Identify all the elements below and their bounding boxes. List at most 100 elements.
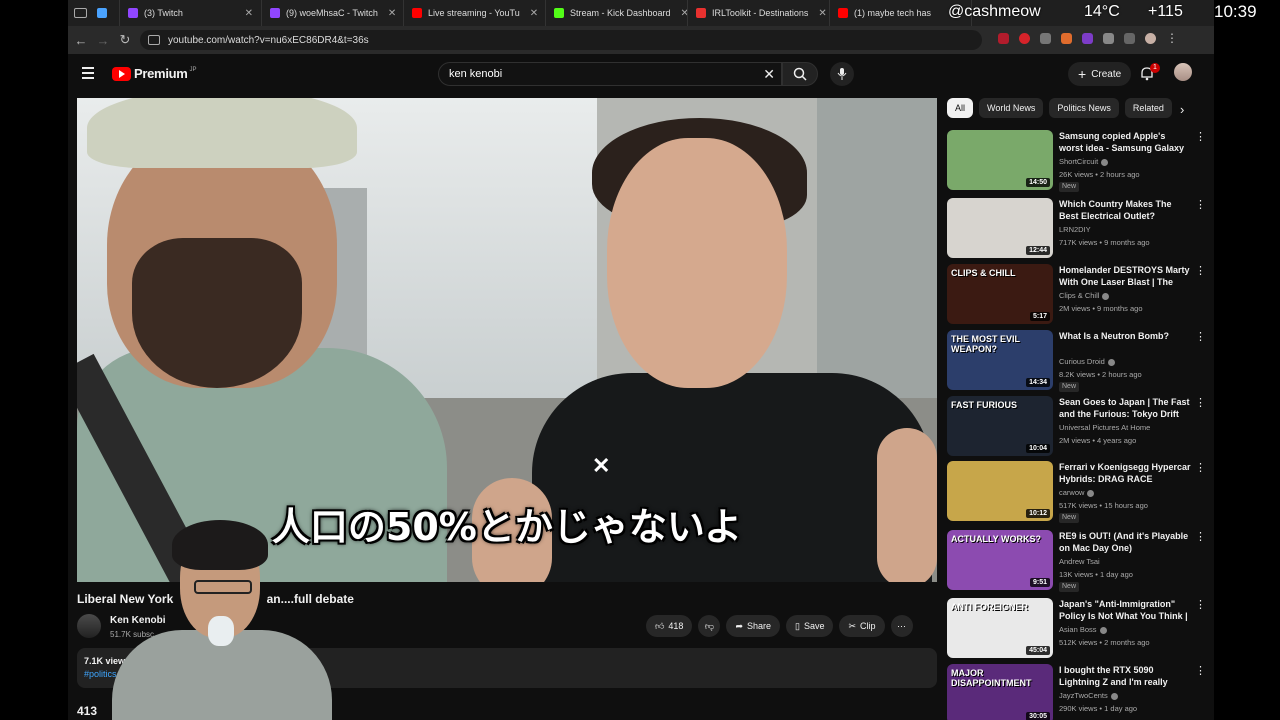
address-bar: ← → ↻ youtube.com/watch?v=nu6xEC86DR4&t=… xyxy=(68,26,1214,54)
recommended-video[interactable]: 10:12 Ferrari v Koenigsegg Hypercar Hybri… xyxy=(947,461,1207,523)
create-button[interactable]: + Create xyxy=(1068,62,1132,86)
search-button[interactable] xyxy=(782,62,818,86)
profile-icon[interactable] xyxy=(1145,32,1156,44)
browser-tab[interactable]: Stream - Kick Dashboard ✕ xyxy=(546,0,688,26)
more-vert-icon[interactable]: ⋮ xyxy=(1195,461,1206,474)
extension-icon[interactable] xyxy=(1061,32,1072,44)
recommended-video[interactable]: MAJOR DISAPPOINTMENT 30:05 I bought the RT… xyxy=(947,664,1207,720)
hamburger-menu-icon[interactable] xyxy=(82,67,94,82)
video-thumbnail[interactable]: MAJOR DISAPPOINTMENT 30:05 xyxy=(947,664,1053,720)
clear-search-icon[interactable]: ✕ xyxy=(763,66,775,83)
extension-icon[interactable] xyxy=(1082,32,1093,44)
recommended-title[interactable]: Ferrari v Koenigsegg Hypercar Hybrids: D… xyxy=(1059,461,1191,485)
video-player[interactable]: ✕ 人口の50%とかじゃないよ xyxy=(77,98,937,582)
save-label: Save xyxy=(803,621,825,631)
video-thumbnail[interactable]: FAST FURIOUS 10:04 xyxy=(947,396,1053,456)
recommended-channel[interactable]: Curious Droid xyxy=(1059,357,1105,366)
youtube-logo[interactable]: Premium JP xyxy=(112,66,197,81)
recommended-title[interactable]: I bought the RTX 5090 Lightning Z and I'… xyxy=(1059,664,1191,690)
clip-button[interactable]: ✂ Clip xyxy=(839,615,885,637)
recommended-video[interactable]: CLIPS & CHILL 5:17 Homelander DESTROYS Mar… xyxy=(947,264,1207,326)
clip-label: Clip xyxy=(860,621,876,631)
reload-icon[interactable]: ↻ xyxy=(114,29,136,51)
extension-icon[interactable] xyxy=(998,32,1009,44)
tab-bar: (3) Twitch ✕ (9) woeMhsaC - Twitch ✕ Liv… xyxy=(68,0,1214,26)
puzzle-icon[interactable] xyxy=(1103,32,1114,44)
account-avatar[interactable] xyxy=(1174,63,1192,81)
dislike-button[interactable]: 👎︎ xyxy=(698,615,721,637)
recommended-title[interactable]: Japan's "Anti-Immigration" Policy Is Not… xyxy=(1059,598,1191,624)
more-vert-icon[interactable]: ⋮ xyxy=(1195,264,1206,277)
recommended-channel[interactable]: JayzTwoCents xyxy=(1059,691,1108,700)
tab-label: (1) maybe tech has xyxy=(854,8,932,18)
recommended-channel[interactable]: Andrew Tsai xyxy=(1059,557,1100,566)
like-button[interactable]: 👍︎ 418 xyxy=(646,615,693,637)
site-info-icon[interactable] xyxy=(148,35,160,45)
recommended-video[interactable]: THE MOST EVIL WEAPON? 14:34 What Is a Neut… xyxy=(947,330,1207,392)
search-input[interactable]: ken kenobi ✕ xyxy=(438,62,782,86)
close-tab-icon[interactable]: ✕ xyxy=(235,8,253,19)
more-vert-icon[interactable]: ⋮ xyxy=(1195,330,1206,343)
chip-politics-news[interactable]: Politics News xyxy=(1049,98,1119,118)
video-thumbnail[interactable]: 14:50 xyxy=(947,130,1053,190)
recommended-title[interactable]: RE9 is OUT! (And it's Playable on Mac Da… xyxy=(1059,530,1191,554)
back-arrow-icon[interactable]: ← xyxy=(70,29,92,51)
close-tab-icon[interactable]: ✕ xyxy=(671,8,687,19)
forward-arrow-icon[interactable]: → xyxy=(92,29,114,51)
recommended-channel[interactable]: Clips & Chill xyxy=(1059,291,1099,300)
recommended-title[interactable]: Homelander DESTROYS Marty With One Laser… xyxy=(1059,264,1191,290)
more-vert-icon[interactable]: ⋮ xyxy=(1195,664,1206,677)
video-thumbnail[interactable]: 10:12 xyxy=(947,461,1053,521)
thumbs-up-icon: 👍︎ xyxy=(655,620,665,631)
url-field[interactable]: youtube.com/watch?v=nu6xEC86DR4&t=36s xyxy=(140,30,982,50)
recommended-video[interactable]: 14:50 Samsung copied Apple's worst idea -… xyxy=(947,130,1207,192)
close-tab-icon[interactable]: ✕ xyxy=(520,8,538,19)
chip-related[interactable]: Related xyxy=(1124,98,1172,118)
reading-list-icon[interactable] xyxy=(1124,32,1135,44)
recommended-title[interactable]: Sean Goes to Japan | The Fast and the Fu… xyxy=(1059,396,1191,420)
recommended-channel[interactable]: LRN2DIY xyxy=(1059,225,1091,234)
recommended-channel[interactable]: carwow xyxy=(1059,488,1084,497)
more-vert-icon[interactable]: ⋮ xyxy=(1195,598,1206,611)
video-thumbnail[interactable]: THE MOST EVIL WEAPON? 14:34 xyxy=(947,330,1053,390)
tab-overview[interactable] xyxy=(68,0,120,26)
video-thumbnail[interactable]: 12:44 xyxy=(947,198,1053,258)
browser-tab[interactable]: Live streaming - YouTu ✕ xyxy=(404,0,546,26)
recommended-channel[interactable]: ShortCircuit xyxy=(1059,157,1098,166)
recommended-channel[interactable]: Universal Pictures At Home xyxy=(1059,423,1150,432)
recommended-title[interactable]: Which Country Makes The Best Electrical … xyxy=(1059,198,1191,222)
menu-dots-icon[interactable]: ⋮ xyxy=(1166,31,1178,45)
browser-tab[interactable]: (9) woeMhsaC - Twitch ✕ xyxy=(262,0,404,26)
channel-avatar[interactable] xyxy=(77,614,101,638)
recommended-video[interactable]: FAST FURIOUS 10:04 Sean Goes to Japan | Th… xyxy=(947,396,1207,458)
recommended-video[interactable]: ACTUALLY WORKS? 9:51 RE9 is OUT! (And it's… xyxy=(947,530,1207,592)
video-duration: 45:04 xyxy=(1026,646,1050,655)
save-button[interactable]: ▯ Save xyxy=(786,615,834,637)
more-vert-icon[interactable]: ⋮ xyxy=(1195,530,1206,543)
recommended-channel[interactable]: Asian Boss xyxy=(1059,625,1097,634)
recommended-title[interactable]: What Is a Neutron Bomb? xyxy=(1059,330,1191,342)
logo-region: JP xyxy=(189,66,197,73)
browser-tab[interactable]: IRLToolkit - Destinations ✕ xyxy=(688,0,830,26)
chip-all[interactable]: All xyxy=(947,98,974,118)
extension-icon[interactable] xyxy=(1019,32,1030,44)
video-thumbnail[interactable]: ANTI FOREIGNER 45:04 xyxy=(947,598,1053,658)
recommended-title[interactable]: Samsung copied Apple's worst idea - Sams… xyxy=(1059,130,1191,156)
more-actions-button[interactable]: ⋯ xyxy=(890,615,913,637)
extension-icon[interactable] xyxy=(1040,32,1051,44)
kick-favicon-icon xyxy=(554,8,564,18)
chevron-right-icon[interactable]: › xyxy=(1180,102,1184,117)
close-tab-icon[interactable]: ✕ xyxy=(808,8,826,19)
close-tab-icon[interactable]: ✕ xyxy=(378,8,396,19)
video-thumbnail[interactable]: ACTUALLY WORKS? 9:51 xyxy=(947,530,1053,590)
more-vert-icon[interactable]: ⋮ xyxy=(1195,130,1206,143)
more-vert-icon[interactable]: ⋮ xyxy=(1195,396,1206,409)
video-thumbnail[interactable]: CLIPS & CHILL 5:17 xyxy=(947,264,1053,324)
voice-search-button[interactable] xyxy=(830,62,854,86)
more-vert-icon[interactable]: ⋮ xyxy=(1195,198,1206,211)
chip-world-news[interactable]: World News xyxy=(979,98,1044,118)
recommended-video[interactable]: 12:44 Which Country Makes The Best Electr… xyxy=(947,198,1207,260)
browser-tab[interactable]: (3) Twitch ✕ xyxy=(120,0,262,26)
share-button[interactable]: ➦ Share xyxy=(726,615,781,637)
recommended-video[interactable]: ANTI FOREIGNER 45:04 Japan's "Anti-Immigra… xyxy=(947,598,1207,660)
